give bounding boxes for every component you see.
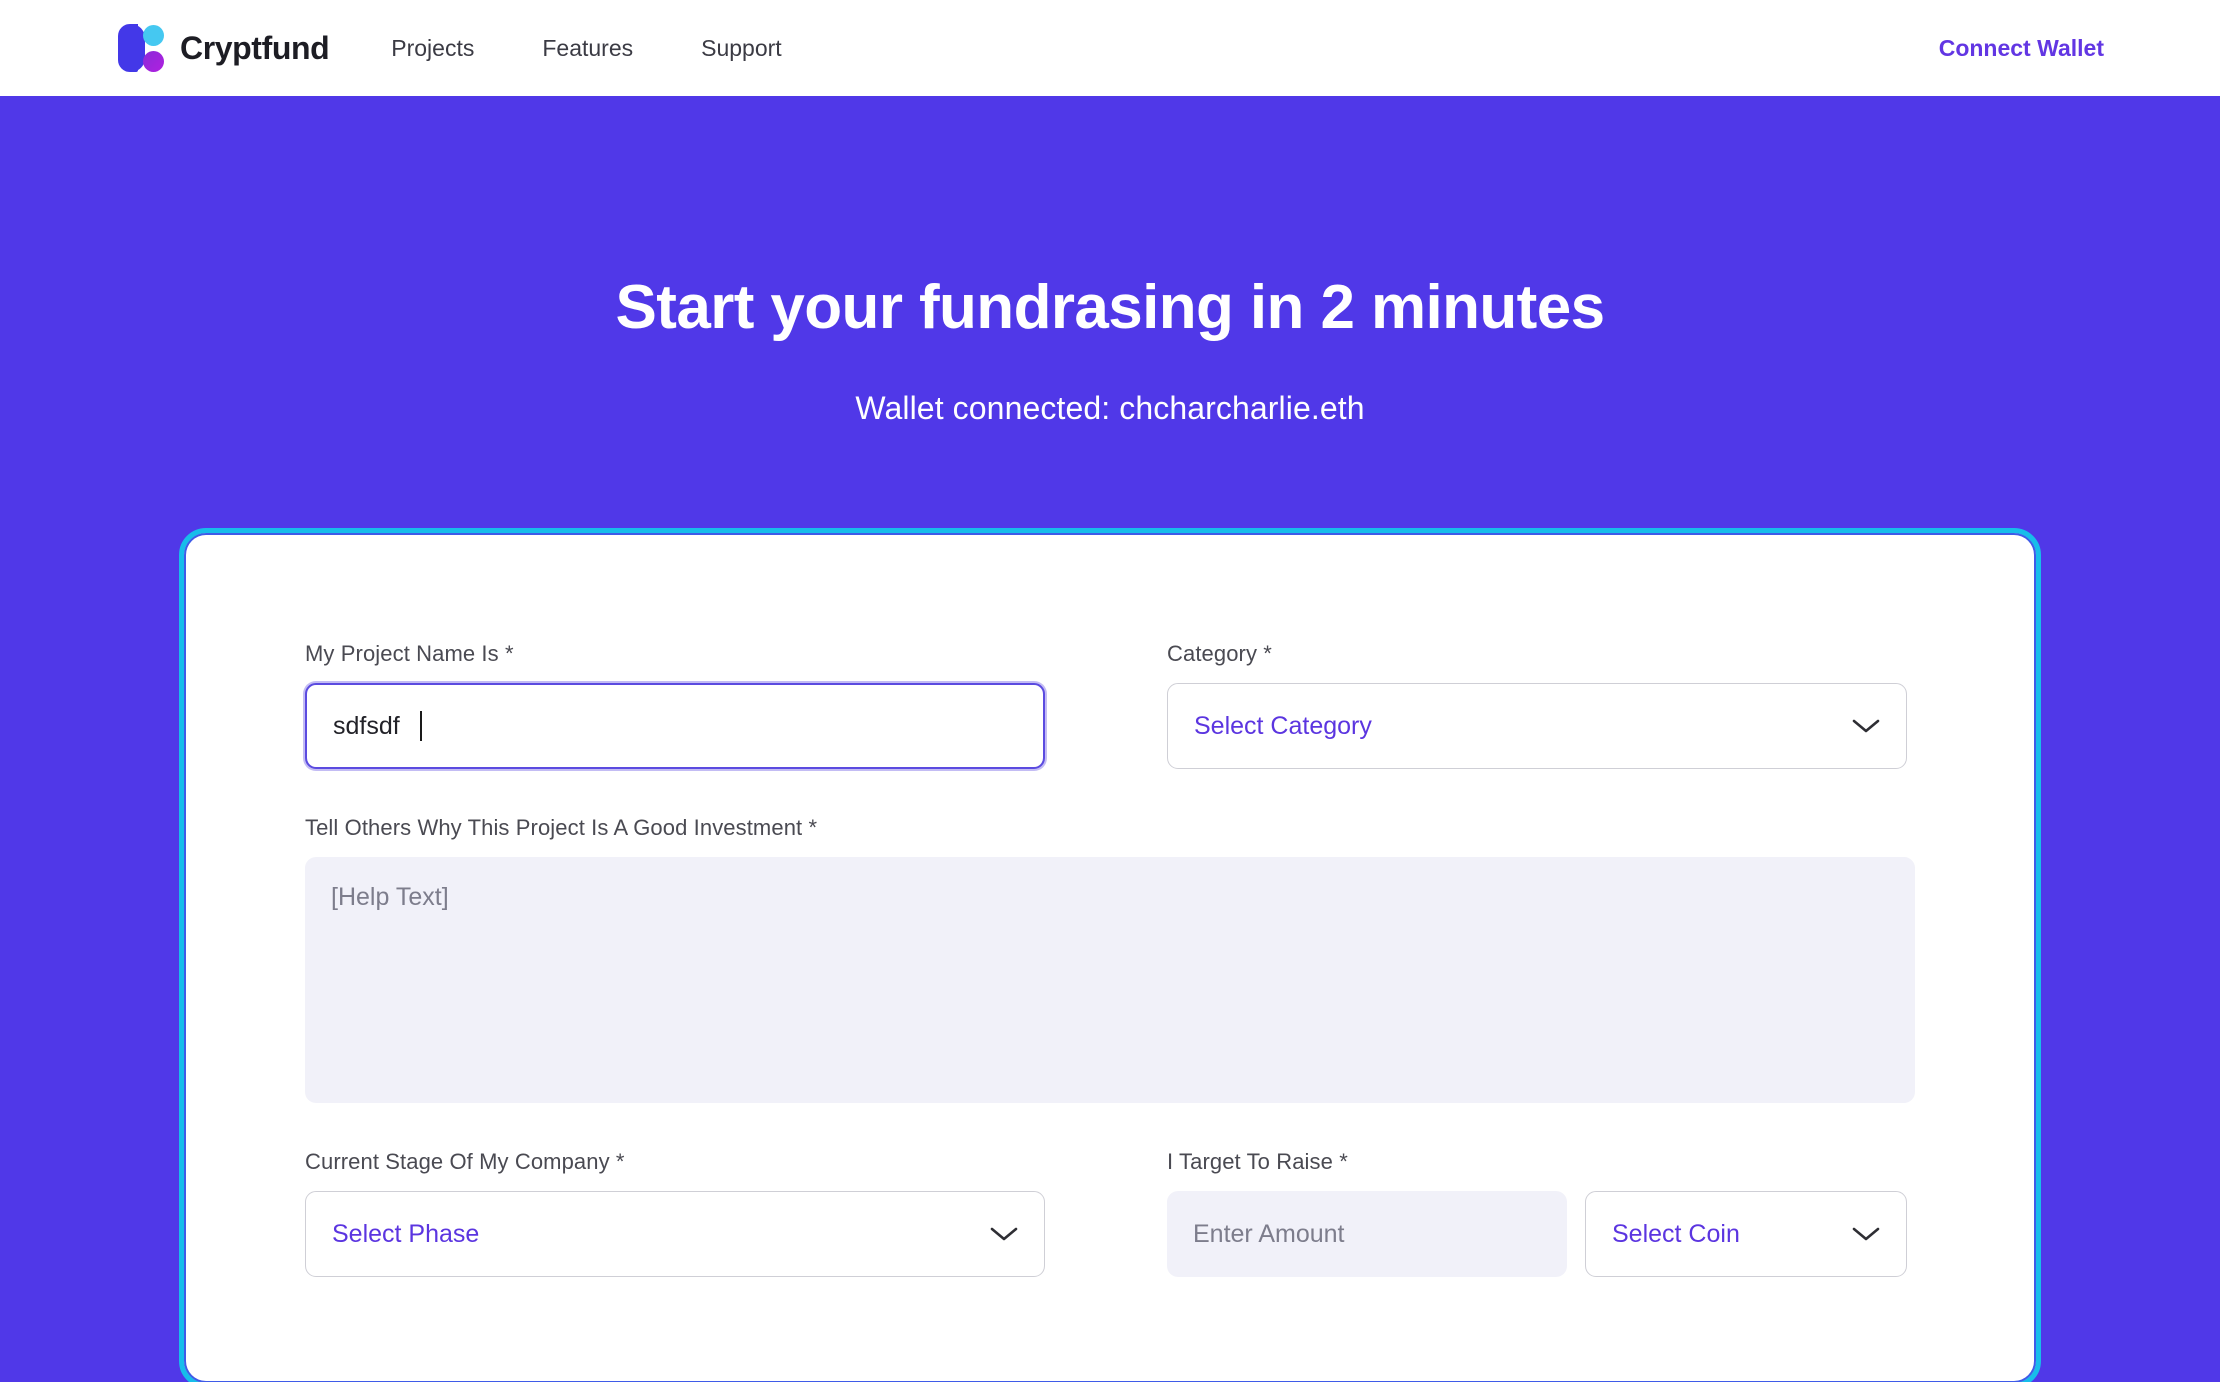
nav-item-features[interactable]: Features: [542, 25, 633, 72]
site-header: Cryptfund Projects Features Support Conn…: [0, 0, 2220, 96]
chevron-down-icon: [990, 1227, 1018, 1241]
category-label: Category *: [1167, 641, 1272, 667]
nav-item-projects[interactable]: Projects: [391, 25, 474, 72]
chevron-down-icon: [1852, 1227, 1880, 1241]
field-target-raise: I Target To Raise * Enter Amount Select …: [1167, 1149, 1907, 1278]
target-amount-input[interactable]: Enter Amount: [1167, 1191, 1567, 1278]
company-stage-selected-value: Select Phase: [332, 1219, 480, 1248]
form-grid: My Project Name Is * sdfsdf Category * S…: [305, 641, 1915, 1323]
field-description: Tell Others Why This Project Is A Good I…: [305, 815, 1915, 1104]
chevron-down-icon: [1852, 719, 1880, 733]
connect-wallet-button[interactable]: Connect Wallet: [1939, 35, 2104, 62]
project-name-value: sdfsdf: [333, 711, 400, 740]
field-category: Category * Select Category: [1167, 641, 1907, 770]
logo-cyan-dot: [143, 25, 164, 46]
brand-logo[interactable]: Cryptfund: [118, 22, 330, 74]
company-stage-select[interactable]: Select Phase: [305, 1191, 1045, 1278]
brand-name: Cryptfund: [180, 29, 330, 66]
coin-selected-value: Select Coin: [1612, 1219, 1740, 1248]
project-name-label: My Project Name Is *: [305, 641, 514, 667]
logo-leaf-shape: [118, 24, 145, 72]
target-raise-row: Enter Amount Select Coin: [1167, 1191, 1907, 1278]
hero-section: Start your fundrasing in 2 minutes Walle…: [0, 96, 2220, 1382]
target-amount-placeholder: Enter Amount: [1193, 1219, 1345, 1248]
field-company-stage: Current Stage Of My Company * Select Pha…: [305, 1149, 1045, 1278]
cryptfund-logo-icon: [118, 22, 164, 74]
field-project-name: My Project Name Is * sdfsdf: [305, 641, 1045, 770]
company-stage-label: Current Stage Of My Company *: [305, 1149, 625, 1175]
category-selected-value: Select Category: [1194, 711, 1372, 740]
text-cursor: [419, 711, 422, 742]
wallet-connected-status: Wallet connected: chcharcharlie.eth: [855, 390, 1365, 427]
description-label: Tell Others Why This Project Is A Good I…: [305, 815, 818, 841]
project-name-input[interactable]: sdfsdf: [305, 683, 1045, 770]
category-select[interactable]: Select Category: [1167, 683, 1907, 770]
description-placeholder: [Help Text]: [331, 883, 449, 912]
page-title: Start your fundrasing in 2 minutes: [615, 273, 1606, 342]
description-textarea[interactable]: [Help Text]: [305, 857, 1915, 1104]
target-raise-label: I Target To Raise *: [1167, 1149, 1348, 1175]
fundraising-form-card: My Project Name Is * sdfsdf Category * S…: [179, 528, 2041, 1382]
main-nav: Projects Features Support: [391, 25, 781, 72]
logo-purple-dot: [143, 51, 164, 72]
coin-select[interactable]: Select Coin: [1585, 1191, 1907, 1278]
nav-item-support[interactable]: Support: [701, 25, 782, 72]
